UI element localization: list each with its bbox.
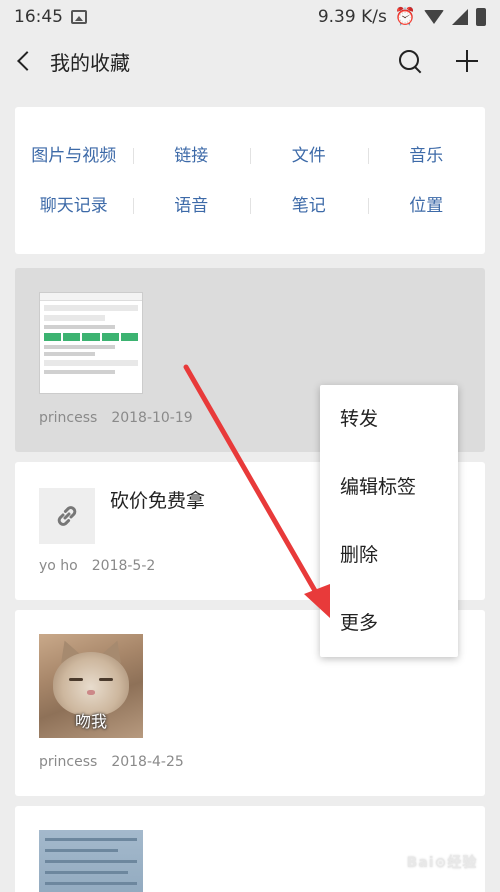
watermark-logo: Bai⊙经验: [406, 855, 478, 871]
favorite-meta: princess 2018-10-19: [39, 410, 193, 426]
category-voice[interactable]: 语音: [132, 193, 251, 219]
nav-bar: 我的收藏: [0, 34, 500, 88]
category-panel: 图片与视频 链接 文件 音乐 聊天记录 语音 笔记 位置: [15, 107, 485, 254]
category-location[interactable]: 位置: [367, 193, 486, 219]
category-music[interactable]: 音乐: [367, 143, 486, 169]
battery-icon: [476, 8, 486, 26]
cat-photo: 吻我: [39, 634, 143, 738]
wifi-icon: [424, 10, 444, 24]
favorite-meta: princess 2018-4-25: [39, 754, 184, 770]
favorite-author: princess: [39, 410, 98, 426]
category-row: 聊天记录 语音 笔记 位置: [15, 193, 485, 219]
favorite-date: 2018-4-25: [111, 754, 184, 770]
category-files[interactable]: 文件: [250, 143, 368, 169]
page-title: 我的收藏: [50, 50, 130, 75]
back-arrow-icon[interactable]: [17, 51, 37, 71]
menu-item-forward[interactable]: 转发: [320, 385, 458, 453]
link-thumbnail: [39, 488, 95, 544]
category-links[interactable]: 链接: [132, 143, 251, 169]
menu-item-more[interactable]: 更多: [320, 589, 458, 657]
plus-icon[interactable]: [456, 50, 478, 72]
favorite-title: 砍价免费拿: [110, 490, 206, 512]
category-images-videos[interactable]: 图片与视频: [15, 143, 133, 169]
alarm-icon: ⏰: [394, 7, 416, 27]
link-icon: [57, 506, 77, 526]
category-notes[interactable]: 笔记: [250, 193, 368, 219]
image-notification-icon: [71, 10, 87, 24]
favorite-date: 2018-10-19: [111, 410, 193, 426]
document-photo: [39, 830, 143, 892]
favorite-author: princess: [39, 754, 98, 770]
menu-item-edit-tags[interactable]: 编辑标签: [320, 453, 458, 521]
category-row: 图片与视频 链接 文件 音乐: [15, 143, 485, 169]
menu-item-delete[interactable]: 删除: [320, 521, 458, 589]
favorite-author: yo ho: [39, 558, 78, 574]
status-bar: 16:45 9.39 K/s ⏰: [0, 0, 500, 34]
category-chat-history[interactable]: 聊天记录: [15, 193, 133, 219]
network-speed: 9.39 K/s: [317, 7, 387, 27]
favorite-meta: yo ho 2018-5-2: [39, 558, 155, 574]
image-caption: 吻我: [74, 712, 107, 731]
favorite-date: 2018-5-2: [91, 558, 156, 574]
signal-icon: [452, 9, 468, 25]
screenshot-thumbnail: [39, 292, 143, 394]
search-icon[interactable]: [398, 49, 422, 73]
context-menu: 转发 编辑标签 删除 更多: [320, 385, 458, 657]
status-time: 16:45: [14, 7, 63, 27]
